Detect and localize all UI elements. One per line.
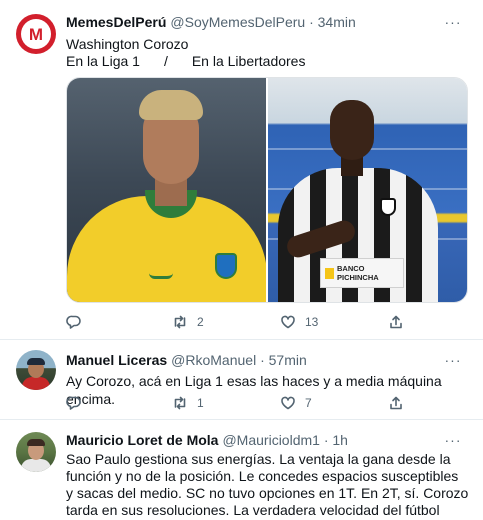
tweet[interactable]: Mauricio Loret de Mola @Mauricioldm1 · 1… xyxy=(0,420,483,520)
like-count: 13 xyxy=(305,315,319,329)
tweet-header: Manuel Liceras @RkoManuel · 57min ··· xyxy=(66,350,471,370)
tweet[interactable]: M MemesDelPerú @SoyMemesDelPeru · 34min … xyxy=(0,0,483,340)
reply-button[interactable] xyxy=(66,312,91,332)
more-icon[interactable]: ··· xyxy=(441,350,465,370)
author-name[interactable]: Manuel Liceras xyxy=(66,352,167,368)
text-separator: / xyxy=(163,53,168,69)
player-hair xyxy=(139,90,203,120)
retweet-count: 2 xyxy=(197,315,204,329)
share-icon xyxy=(390,315,402,329)
like-button[interactable]: 13 xyxy=(280,312,318,332)
author-name[interactable]: MemesDelPerú xyxy=(66,14,166,30)
sponsor-logo-icon xyxy=(325,268,334,279)
tweet-header: MemesDelPerú @SoyMemesDelPeru · 34min ··… xyxy=(66,12,471,32)
photo-right[interactable]: BANCO PICHINCHA xyxy=(268,78,467,302)
avatar-shirt xyxy=(22,377,50,390)
tweet-text-line: Washington Corozo xyxy=(66,36,189,52)
tweet-actions: 1 7 xyxy=(66,393,406,413)
like-count: 7 xyxy=(305,396,312,410)
more-icon[interactable]: ··· xyxy=(441,12,465,32)
more-icon[interactable]: ··· xyxy=(441,430,465,450)
like-icon xyxy=(281,315,295,329)
avatar[interactable]: M xyxy=(16,14,56,54)
jersey-badge-icon xyxy=(215,253,237,279)
avatar-letter: M xyxy=(28,24,44,44)
handle-time[interactable]: @SoyMemesDelPeru · 34min xyxy=(170,14,355,30)
tweet-text-line: En la Liga 1 / En la Libertadores xyxy=(66,52,469,70)
author-name[interactable]: Mauricio Loret de Mola xyxy=(66,432,218,448)
tweet-actions: 2 13 xyxy=(66,312,406,332)
reply-button[interactable] xyxy=(66,393,91,413)
like-button[interactable]: 7 xyxy=(280,393,312,413)
club-crest-icon xyxy=(380,198,396,216)
share-button[interactable] xyxy=(388,393,404,413)
swoosh-icon xyxy=(149,273,173,279)
sponsor-patch: BANCO PICHINCHA xyxy=(320,258,404,288)
retweet-button[interactable]: 1 xyxy=(172,393,204,413)
avatar-logo: M xyxy=(21,19,51,49)
avatar-shirt xyxy=(21,459,51,472)
media-grid[interactable]: BANCO PICHINCHA xyxy=(66,77,468,303)
text-right: En la Libertadores xyxy=(191,53,306,69)
avatar[interactable] xyxy=(16,350,56,390)
retweet-count: 1 xyxy=(197,396,204,410)
handle-time[interactable]: @Mauricioldm1 · 1h xyxy=(222,432,347,448)
like-icon xyxy=(281,396,295,410)
sponsor-line: PICHINCHA xyxy=(337,273,379,282)
retweet-icon xyxy=(174,315,186,329)
retweet-icon xyxy=(174,396,186,410)
share-icon xyxy=(390,396,402,410)
reply-icon xyxy=(66,396,81,410)
avatar-hair xyxy=(27,439,45,446)
avatar[interactable] xyxy=(16,432,56,472)
retweet-button[interactable]: 2 xyxy=(172,312,204,332)
sponsor-line: BANCO xyxy=(337,264,365,273)
tweet-header: Mauricio Loret de Mola @Mauricioldm1 · 1… xyxy=(66,430,471,450)
share-button[interactable] xyxy=(388,312,404,332)
player-head xyxy=(330,100,374,160)
text-left: En la Liga 1 xyxy=(66,53,140,69)
handle-time[interactable]: @RkoManuel · 57min xyxy=(171,352,307,368)
photo-left[interactable] xyxy=(67,78,266,302)
avatar-cap xyxy=(27,358,45,365)
tweet[interactable]: Manuel Liceras @RkoManuel · 57min ··· Ay… xyxy=(0,340,483,420)
tweet-text: Sao Paulo gestiona sus energías. La vent… xyxy=(66,451,469,520)
reply-icon xyxy=(66,315,81,329)
